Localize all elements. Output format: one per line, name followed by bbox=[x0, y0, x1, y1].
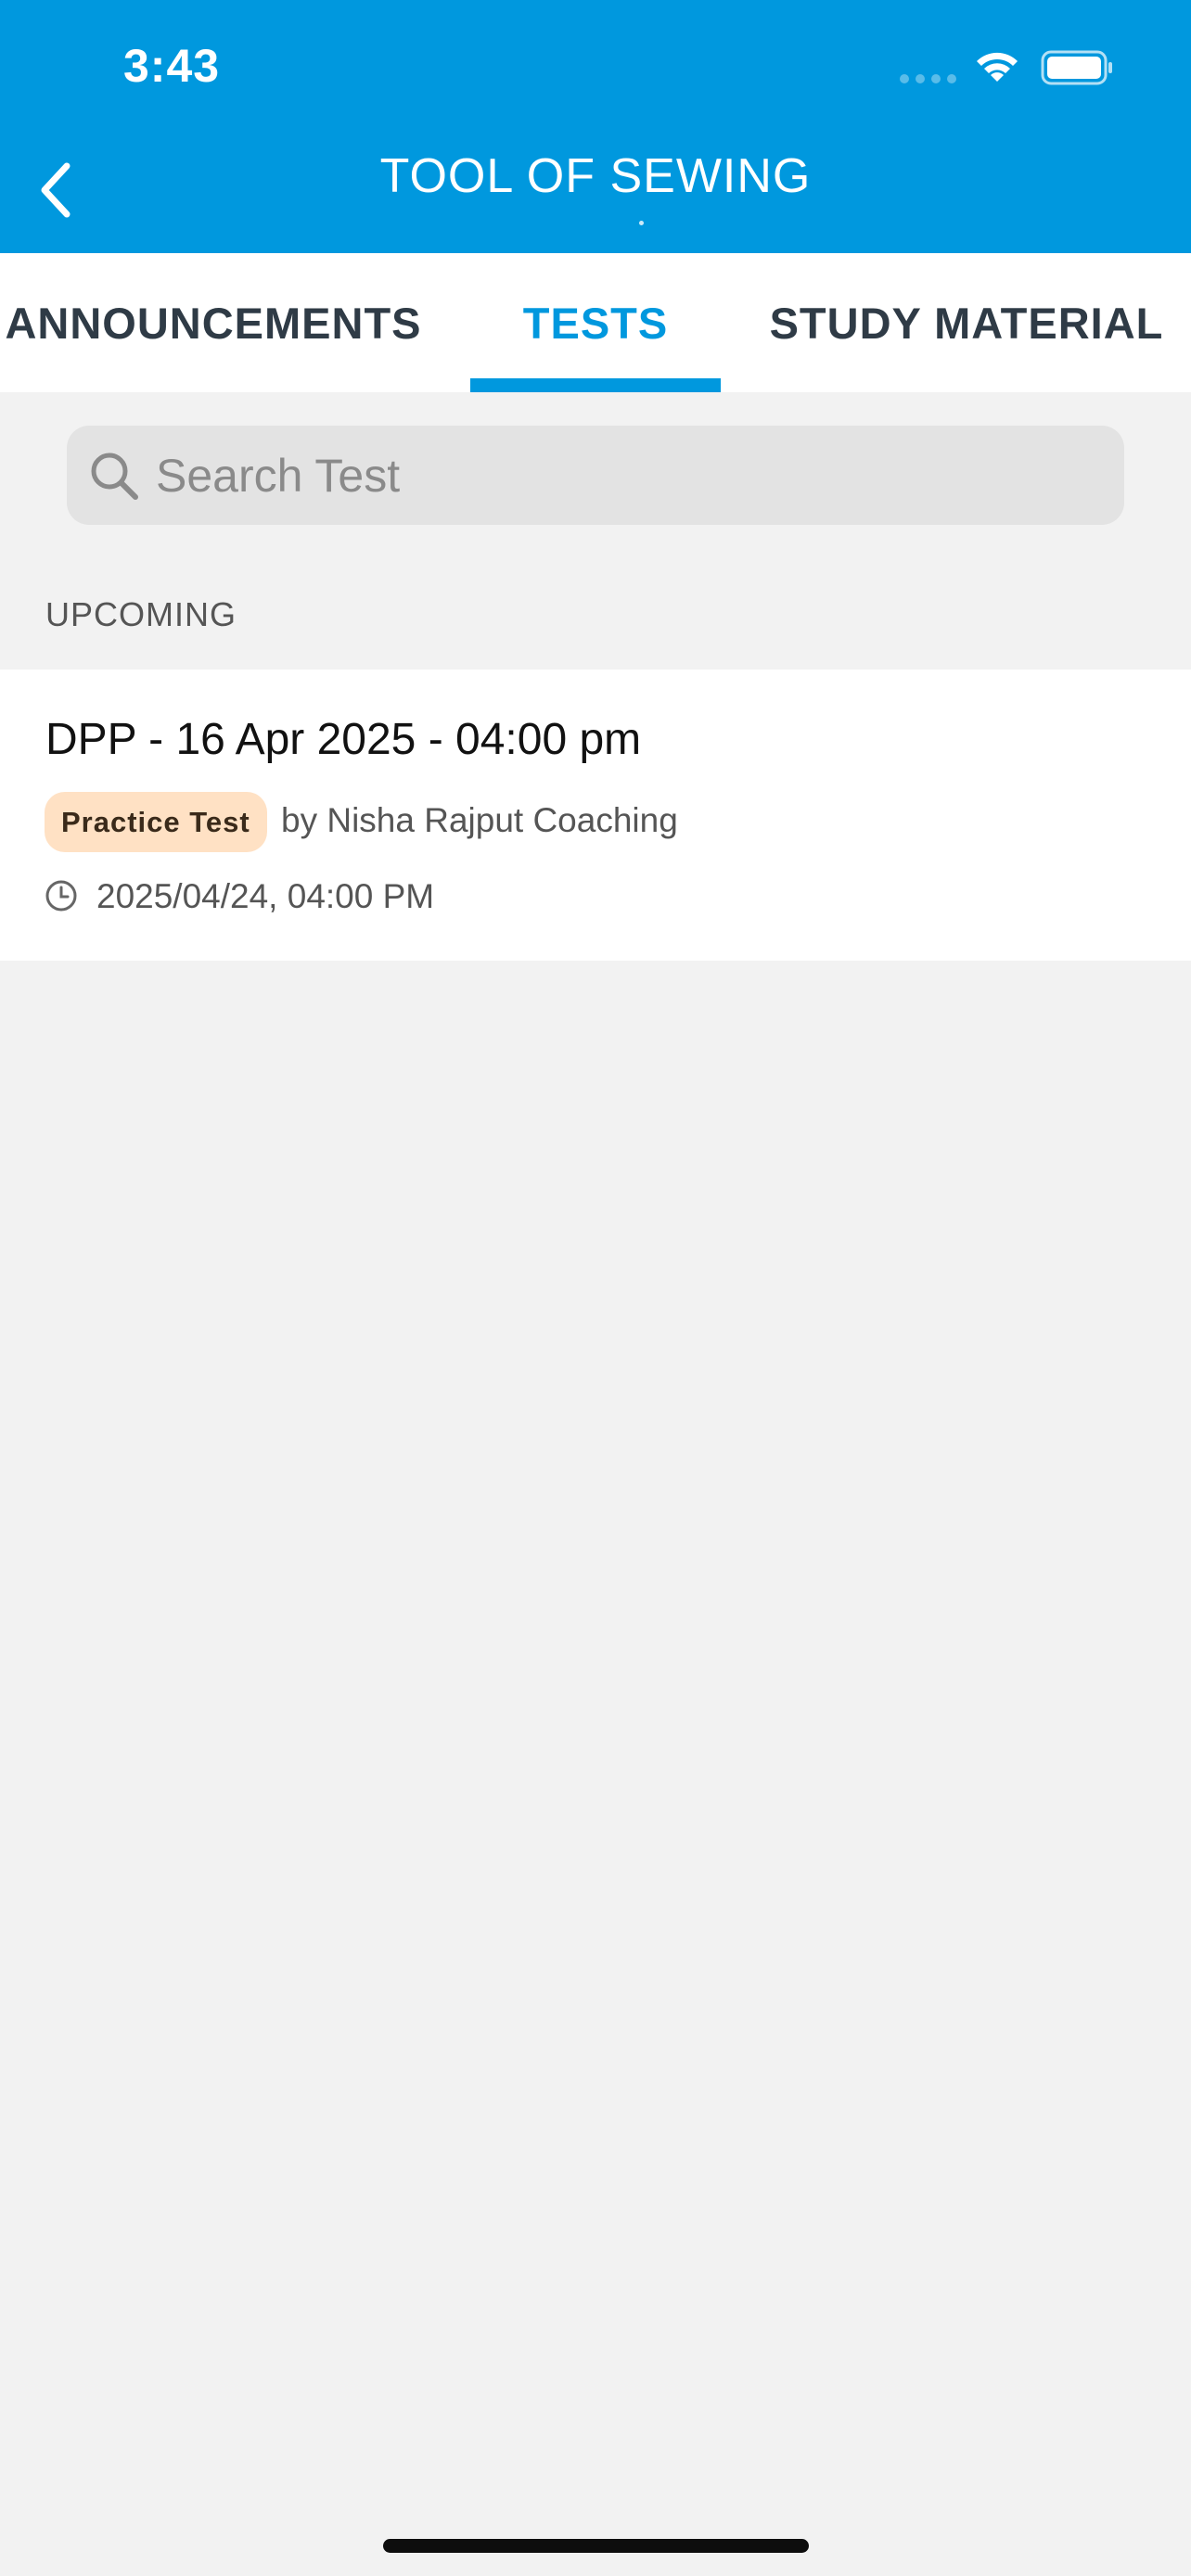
tab-study-material[interactable]: STUDY MATERIAL bbox=[761, 253, 1172, 392]
active-tab-indicator bbox=[470, 378, 721, 392]
wifi-icon bbox=[977, 52, 1018, 82]
test-type-badge: Practice Test bbox=[45, 792, 267, 852]
test-title: DPP - 16 Apr 2025 - 04:00 pm bbox=[45, 715, 642, 764]
battery-icon bbox=[1041, 50, 1112, 85]
tab-tests[interactable]: TESTS bbox=[470, 253, 721, 392]
test-card[interactable]: DPP - 16 Apr 2025 - 04:00 pm Practice Te… bbox=[0, 670, 1191, 961]
app-header: 3:43 TOOL OF SEWING bbox=[0, 0, 1191, 253]
section-label-upcoming: UPCOMING bbox=[45, 595, 237, 633]
test-author: by Nisha Rajput Coaching bbox=[281, 801, 678, 839]
status-time: 3:43 bbox=[123, 40, 221, 92]
test-date: 2025/04/24, 04:00 PM bbox=[96, 877, 435, 915]
tab-bar: ANNOUNCEMENTS TESTS STUDY MATERIAL bbox=[0, 253, 1191, 392]
search-bar[interactable] bbox=[67, 426, 1124, 525]
page-title: TOOL OF SEWING bbox=[379, 149, 812, 203]
title-dot bbox=[639, 221, 644, 225]
clock-icon bbox=[45, 880, 77, 912]
cellular-signal-icon bbox=[900, 74, 956, 83]
search-icon bbox=[91, 453, 138, 500]
tab-announcements[interactable]: ANNOUNCEMENTS bbox=[0, 253, 427, 392]
home-indicator bbox=[383, 2539, 809, 2553]
search-input[interactable] bbox=[141, 426, 1124, 525]
